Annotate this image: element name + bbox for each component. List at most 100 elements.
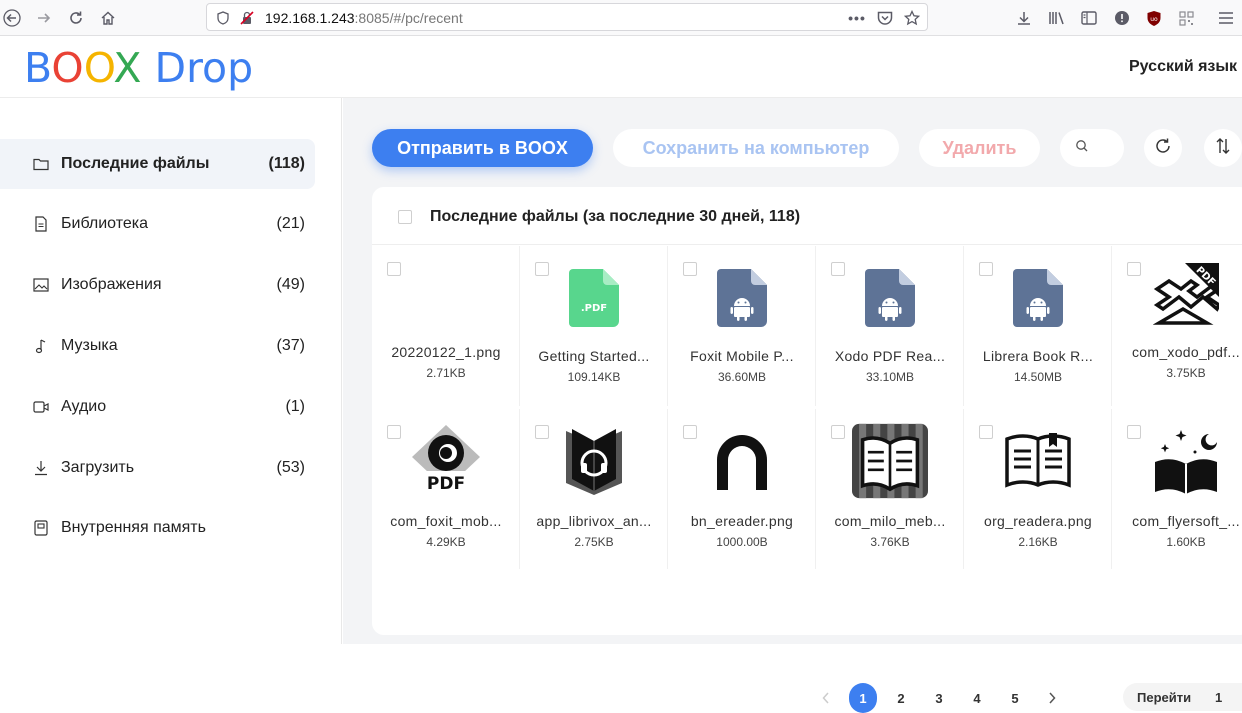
file-checkbox[interactable] xyxy=(535,425,549,439)
file-tile[interactable]: .PDF Getting Started... 109.14KB xyxy=(520,246,668,406)
page-button[interactable]: 3 xyxy=(925,683,953,713)
file-tile[interactable]: Xodo PDF Rea... 33.10MB xyxy=(816,246,964,406)
bookmark-star-icon[interactable] xyxy=(902,8,922,28)
librivox-logo-icon xyxy=(556,423,632,499)
sidebar-item-count: (118) xyxy=(268,155,305,172)
file-checkbox[interactable] xyxy=(535,262,549,276)
file-checkbox[interactable] xyxy=(683,425,697,439)
pocket-icon[interactable] xyxy=(875,8,895,28)
boox-drop-logo[interactable]: BOOX Drop xyxy=(24,45,253,91)
file-tile[interactable]: com_flyersoft_... 1.60KB xyxy=(1112,409,1242,569)
language-selector[interactable]: Русский язык xyxy=(1129,58,1237,76)
delete-button[interactable]: Удалить xyxy=(919,129,1040,167)
file-name: Getting Started... xyxy=(538,348,650,364)
file-size: 4.29KB xyxy=(426,535,466,549)
sidebar-item-music[interactable]: Музыка (37) xyxy=(0,321,315,371)
file-checkbox[interactable] xyxy=(1127,262,1141,276)
sidebar: Последние файлы (118) Библиотека (21) Из… xyxy=(0,98,342,644)
file-checkbox[interactable] xyxy=(831,425,845,439)
back-icon[interactable] xyxy=(0,6,24,30)
file-checkbox[interactable] xyxy=(1127,425,1141,439)
file-tile[interactable]: 20220122_1.png 2.71KB xyxy=(372,246,520,406)
sidebar-item-label: Библиотека xyxy=(61,215,148,232)
flyersoft-book-icon xyxy=(1148,423,1224,499)
pdf-file-icon: .PDF xyxy=(556,260,632,336)
more-actions-icon[interactable]: ••• xyxy=(847,8,867,28)
send-to-boox-button[interactable]: Отправить в BOOX xyxy=(372,129,593,167)
goto-page-input[interactable]: 1 xyxy=(1215,690,1222,705)
file-name: Foxit Mobile P... xyxy=(690,348,794,364)
refresh-button[interactable] xyxy=(1144,129,1182,167)
file-tile[interactable]: PDF com_foxit_mob... 4.29KB xyxy=(372,409,520,569)
file-tile[interactable]: Foxit Mobile P... 36.60MB xyxy=(668,246,816,406)
file-tile[interactable]: com_milo_meb... 3.76KB xyxy=(816,409,964,569)
reload-icon[interactable] xyxy=(64,6,88,30)
sidebar-item-internal-storage[interactable]: Внутренняя память xyxy=(0,503,315,553)
app-header: BOOX Drop Русский язык xyxy=(0,37,1242,98)
file-name: com_milo_meb... xyxy=(834,513,946,529)
sidebar-toggle-icon[interactable] xyxy=(1078,7,1100,29)
search-input[interactable] xyxy=(1060,129,1124,167)
sidebar-item-count: (53) xyxy=(276,459,305,476)
sidebar-item-download[interactable]: Загрузить (53) xyxy=(0,443,315,493)
apk-file-icon xyxy=(1000,260,1076,336)
sidebar-item-label: Внутренняя память xyxy=(61,519,206,536)
save-to-computer-button[interactable]: Сохранить на компьютер xyxy=(613,129,899,167)
qr-code-icon[interactable] xyxy=(1175,7,1197,29)
sidebar-item-label: Последние файлы xyxy=(61,155,210,172)
logo-letter: r xyxy=(186,44,203,92)
file-tile[interactable]: PDF com_xodo_pdf... 3.75KB xyxy=(1112,246,1242,406)
page-button[interactable]: 4 xyxy=(963,683,991,713)
page-button[interactable]: 5 xyxy=(1001,683,1029,713)
address-bar[interactable]: 192.168.1.243:8085/#/pc/recent ••• xyxy=(206,3,928,31)
file-size: 14.50MB xyxy=(1013,370,1063,384)
sort-button[interactable] xyxy=(1204,129,1242,167)
sidebar-item-count: (1) xyxy=(285,398,305,415)
sort-icon xyxy=(1214,137,1232,160)
file-checkbox[interactable] xyxy=(979,262,993,276)
file-checkbox[interactable] xyxy=(979,425,993,439)
sidebar-item-count: (49) xyxy=(276,276,305,293)
menu-icon[interactable] xyxy=(1215,7,1237,29)
foxit-logo-icon: PDF xyxy=(408,423,484,499)
account-icon[interactable] xyxy=(1111,7,1133,29)
svg-text:PDF: PDF xyxy=(427,474,465,494)
download-icon xyxy=(33,460,49,476)
file-checkbox[interactable] xyxy=(683,262,697,276)
file-tile[interactable]: Librera Book R... 14.50MB xyxy=(964,246,1112,406)
ublock-icon[interactable]: uo xyxy=(1143,7,1165,29)
file-checkbox[interactable] xyxy=(387,425,401,439)
file-size: 1.60KB xyxy=(1166,535,1206,549)
next-page-button[interactable] xyxy=(1038,683,1066,713)
sidebar-item-library[interactable]: Библиотека (21) xyxy=(0,199,315,249)
file-name: Xodo PDF Rea... xyxy=(834,348,946,364)
page-button[interactable]: 1 xyxy=(849,683,877,713)
sidebar-item-recent[interactable]: Последние файлы (118) xyxy=(0,139,315,189)
file-name: 20220122_1.png xyxy=(391,344,501,360)
file-tile[interactable]: bn_ereader.png 1000.00B xyxy=(668,409,816,569)
file-checkbox[interactable] xyxy=(387,262,401,276)
file-checkbox[interactable] xyxy=(831,262,845,276)
file-name: com_flyersoft_... xyxy=(1132,513,1240,529)
file-size: 2.75KB xyxy=(574,535,614,549)
goto-page-field[interactable]: Перейти 1 xyxy=(1123,683,1242,711)
file-tile[interactable]: app_librivox_an... 2.75KB xyxy=(520,409,668,569)
library-icon[interactable] xyxy=(1046,7,1068,29)
url-text: 192.168.1.243:8085/#/pc/recent xyxy=(265,10,463,26)
sidebar-item-audio[interactable]: Аудио (1) xyxy=(0,382,315,432)
insecure-lock-icon[interactable] xyxy=(237,8,257,28)
readera-book-icon xyxy=(1000,423,1076,499)
logo-letter: o xyxy=(202,44,228,92)
home-icon[interactable] xyxy=(96,6,120,30)
goto-label: Перейти xyxy=(1137,690,1192,705)
select-all-checkbox[interactable] xyxy=(398,210,412,224)
shield-icon[interactable] xyxy=(213,8,233,28)
prev-page-button[interactable] xyxy=(812,683,840,713)
file-tile[interactable]: org_readera.png 2.16KB xyxy=(964,409,1112,569)
chevron-left-icon xyxy=(822,692,829,704)
forward-icon[interactable] xyxy=(32,6,56,30)
downloads-icon[interactable] xyxy=(1013,7,1035,29)
nook-logo-icon xyxy=(704,423,780,499)
page-button[interactable]: 2 xyxy=(887,683,915,713)
sidebar-item-images[interactable]: Изображения (49) xyxy=(0,260,315,310)
